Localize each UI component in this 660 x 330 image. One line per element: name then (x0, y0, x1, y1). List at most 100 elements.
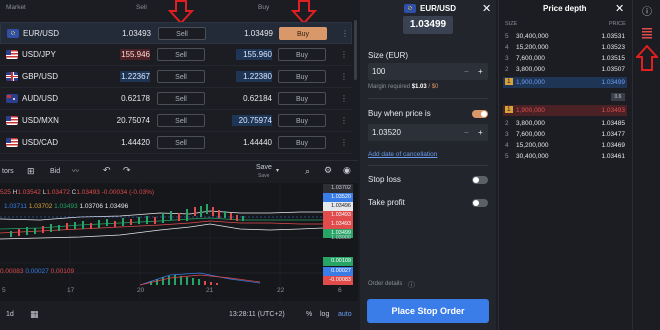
market-row-eurusd[interactable]: EUR/USD 1.03493 Sell 1.03499 Buy ⋮ (0, 22, 352, 44)
price-axis-label: 1.03000 (331, 235, 351, 241)
drawing-tool-icon[interactable]: 〰 (72, 166, 79, 176)
minus-icon[interactable]: − (464, 128, 469, 137)
gb-flag-icon (6, 72, 18, 81)
more-options-icon[interactable]: ⋮ (340, 116, 348, 125)
market-symbol: USD/MXN (22, 116, 59, 125)
us-flag-icon (6, 50, 18, 59)
osc-axis-label: -0.00083 (323, 276, 353, 285)
osc-axis-label: 0.00109 (323, 257, 353, 266)
camera-icon[interactable]: ◉ (343, 165, 351, 176)
price-axis-label: 1.03493 (323, 211, 353, 220)
order-details-label[interactable]: Order details (368, 281, 402, 287)
sell-button[interactable]: Sell (157, 48, 205, 61)
chart-panel: tors ⊞ Bid 〰 ↶ ↷ Save Save ▾ ⌕ ⚙ ◉ 525 H… (0, 160, 358, 330)
size-input[interactable]: 100 − + (368, 63, 488, 80)
save-button[interactable]: Save (256, 164, 272, 171)
buy-price: 155.960 (236, 49, 272, 60)
price-depth-panel: Price depth ✕ SIZE PRICE 5 30,400,000 1.… (498, 0, 631, 330)
eu-flag-icon (404, 4, 416, 13)
market-row-usdcad[interactable]: USD/CAD 1.44420 Sell 1.44440 Buy ⋮ (0, 132, 352, 154)
buy-button[interactable]: Buy (278, 70, 326, 83)
add-cancellation-date-link[interactable]: Add date of cancellation (368, 151, 437, 158)
buy-price: 20.75974 (232, 115, 272, 126)
more-options-icon[interactable]: ⋮ (340, 50, 348, 59)
market-row-audusd[interactable]: AUD/USD 0.62178 Sell 0.62184 Buy ⋮ (0, 88, 352, 110)
minus-icon[interactable]: − (464, 67, 469, 76)
ask-row: 5 30,400,000 1.03531 (505, 33, 625, 40)
market-row-usdjpy[interactable]: USD/JPY 155.946 Sell 155.960 Buy ⋮ (0, 44, 352, 66)
sell-column-header: Sell (136, 4, 147, 11)
order-pair: EUR/USD (420, 4, 457, 13)
market-row-gbpusd[interactable]: GBP/USD 1.22367 Sell 1.22380 Buy ⋮ (0, 66, 352, 88)
bid-selector[interactable]: Bid (50, 168, 60, 175)
price-depth-icon[interactable] (641, 27, 653, 39)
scrollbar[interactable] (354, 20, 357, 80)
right-sidebar: ⓘ (632, 0, 660, 330)
indicators-button[interactable]: tors (2, 168, 14, 175)
stop-loss-label: Stop loss (368, 175, 401, 184)
market-symbol: AUD/USD (22, 94, 59, 103)
more-options-icon[interactable]: ⋮ (340, 94, 348, 103)
x-axis-label: 17 (67, 287, 75, 294)
price-depth-title: Price depth (543, 4, 587, 13)
chart-bottom-bar: 1d ▦ 13:28:11 (UTC+2) % log auto (0, 301, 358, 330)
size-column-header: SIZE (505, 21, 518, 27)
osc-axis-label: 0.00027 (323, 267, 353, 276)
market-row-usdmxn[interactable]: USD/MXN 20.75074 Sell 20.75974 Buy ⋮ (0, 110, 352, 132)
buy-price: 1.03499 (244, 29, 273, 38)
buy-price: 1.22380 (236, 71, 272, 82)
percent-toggle[interactable]: % (306, 311, 312, 318)
buy-button[interactable]: Buy (278, 114, 326, 127)
gear-icon[interactable]: ⚙ (324, 165, 332, 176)
chart-toolbar: tors ⊞ Bid 〰 ↶ ↷ Save Save ▾ ⌕ ⚙ ◉ (0, 161, 358, 183)
bid-row: 4 15,200,000 1.03469 (505, 142, 625, 149)
take-profit-toggle[interactable] (472, 199, 488, 207)
spread-badge: 0.6 (611, 93, 625, 101)
sell-button[interactable]: Sell (157, 136, 205, 149)
trigger-price-input[interactable]: 1.03520 − + (368, 124, 488, 141)
osc-value: 0.00027 (25, 268, 49, 275)
buy-button[interactable]: Buy (278, 136, 326, 149)
sell-button[interactable]: Sell (157, 70, 205, 83)
sell-price: 20.75074 (116, 116, 150, 125)
close-icon[interactable]: ✕ (615, 2, 624, 15)
trigger-price-value: 1.03520 (372, 128, 401, 137)
close-icon[interactable]: ✕ (482, 2, 491, 15)
ask-row: 3 7,600,000 1.03515 (505, 55, 625, 62)
sell-button[interactable]: Sell (158, 27, 206, 40)
layout-grid-icon[interactable]: ⊞ (27, 166, 35, 177)
info-icon[interactable]: ⓘ (642, 3, 652, 18)
redo-icon[interactable]: ↷ (123, 165, 131, 176)
calendar-icon[interactable]: ▦ (30, 309, 39, 320)
chevron-down-icon[interactable]: ▾ (276, 167, 279, 174)
more-options-icon[interactable]: ⋮ (341, 29, 349, 38)
log-toggle[interactable]: log (320, 311, 329, 318)
period-selector[interactable]: 1d (6, 311, 14, 318)
x-axis-label: 20 (137, 287, 145, 294)
search-icon[interactable]: ⌕ (305, 166, 310, 177)
more-options-icon[interactable]: ⋮ (340, 72, 348, 81)
buy-when-toggle[interactable] (472, 110, 488, 118)
ask-row: 4 15,200,000 1.03523 (505, 44, 625, 51)
buy-button[interactable]: Buy (278, 48, 326, 61)
buy-button[interactable]: Buy (279, 27, 327, 40)
stop-loss-toggle[interactable] (472, 176, 488, 184)
sell-price: 1.03493 (122, 29, 151, 38)
undo-icon[interactable]: ↶ (103, 165, 111, 176)
more-options-icon[interactable]: ⋮ (340, 138, 348, 147)
place-stop-order-button[interactable]: Place Stop Order (367, 299, 489, 323)
sell-button[interactable]: Sell (157, 92, 205, 105)
price-axis-label: 1.03520 (323, 193, 353, 202)
auto-toggle[interactable]: auto (338, 311, 352, 318)
price-chart-canvas[interactable] (0, 183, 323, 301)
info-icon[interactable]: ⓘ (408, 280, 415, 290)
chart-clock: 13:28:11 (UTC+2) (229, 311, 285, 318)
buy-column-header: Buy (258, 4, 270, 11)
market-symbol: USD/CAD (22, 138, 59, 147)
plus-icon[interactable]: + (478, 67, 483, 76)
buy-button[interactable]: Buy (278, 92, 326, 105)
sell-button[interactable]: Sell (157, 114, 205, 127)
plus-icon[interactable]: + (478, 128, 483, 137)
eu-flag-icon (7, 29, 19, 38)
market-column-header: Market (6, 4, 26, 11)
